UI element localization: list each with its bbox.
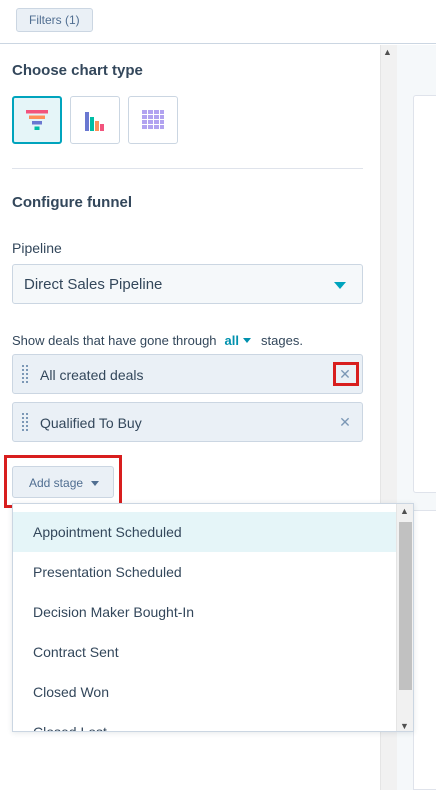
caret-down-icon[interactable] [243,338,252,344]
stage-option[interactable]: Closed Won [13,672,397,712]
choose-chart-type-heading: Choose chart type [12,62,143,79]
stage-label: Qualified To Buy [40,415,142,431]
bar-chart-icon [85,112,104,131]
section-divider [12,168,363,169]
stage-mode-dropdown[interactable]: all [225,333,239,348]
chart-type-funnel-button[interactable] [12,96,62,144]
scroll-up-arrow-icon[interactable]: ▲ [400,506,409,516]
stage-option[interactable]: Appointment Scheduled [13,512,397,552]
pipeline-select[interactable]: Direct Sales Pipeline [12,264,363,304]
close-icon[interactable]: ✕ [336,413,354,431]
scrollbar-thumb[interactable] [399,522,412,690]
stage-row[interactable]: Qualified To Buy ✕ [12,402,363,442]
highlight-box [333,362,359,386]
stage-option-list: Appointment Scheduled Presentation Sched… [13,512,397,731]
chart-type-table-button[interactable] [128,96,178,144]
caret-down-icon [334,282,346,289]
pipeline-select-value: Direct Sales Pipeline [24,276,163,293]
show-deals-sentence: Show deals that have gone through all stag… [12,333,303,348]
stage-label: All created deals [40,367,144,383]
dropdown-scrollbar[interactable]: ▲ ▼ [396,504,413,731]
report-preview-card [413,95,436,493]
stage-row[interactable]: All created deals ✕ [12,354,363,394]
chart-type-bar-button[interactable] [70,96,120,144]
scroll-down-arrow-icon[interactable]: ▼ [400,721,409,731]
scroll-up-arrow-icon[interactable]: ▲ [383,47,392,57]
stage-option[interactable]: Closed Lost [13,712,397,731]
table-chart-icon [142,110,164,129]
show-deals-text: Show deals that have gone through [12,333,217,348]
filters-button[interactable]: Filters (1) [16,8,93,32]
highlight-box [4,455,122,508]
pipeline-label: Pipeline [12,240,62,256]
report-preview-card-lower [413,510,436,790]
add-stage-dropdown-menu: Appointment Scheduled Presentation Sched… [12,503,414,732]
stage-option[interactable]: Decision Maker Bought-In [13,592,397,632]
funnel-chart-icon [26,110,48,130]
drag-handle-icon[interactable] [22,365,28,385]
drag-handle-icon[interactable] [22,413,28,433]
stage-option[interactable]: Contract Sent [13,632,397,672]
configure-funnel-heading: Configure funnel [12,194,132,211]
stages-text: stages. [261,333,303,348]
stage-option[interactable]: Presentation Scheduled [13,552,397,592]
top-bar: Filters (1) [0,0,436,44]
